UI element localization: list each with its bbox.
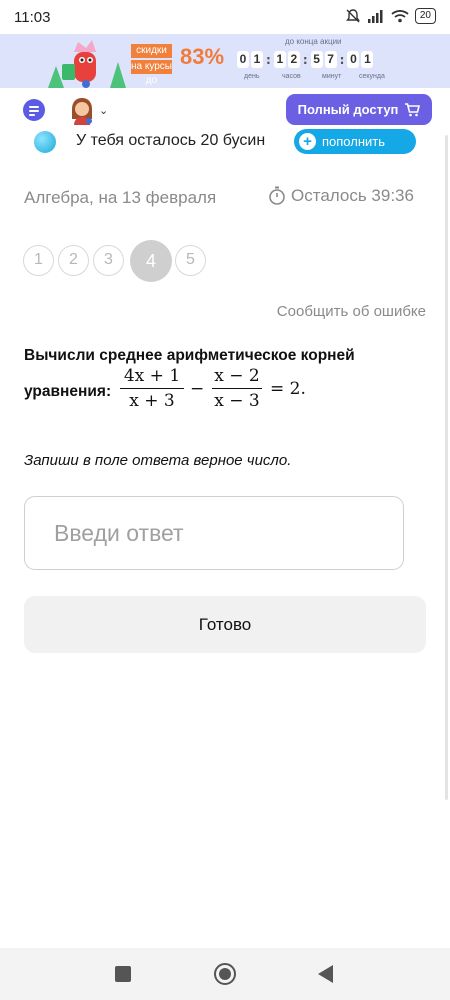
home-icon[interactable]	[214, 963, 236, 985]
fraction-2-numerator: x − 2	[214, 366, 260, 386]
countdown-unit: день	[244, 73, 260, 80]
question-number-1[interactable]: 1	[23, 245, 54, 276]
recents-icon[interactable]	[115, 966, 131, 982]
question-number-3[interactable]: 3	[93, 245, 124, 276]
chevron-down-icon[interactable]: ⌄	[99, 104, 108, 117]
plus-icon: +	[299, 133, 316, 150]
chat-icon[interactable]	[23, 99, 45, 121]
countdown-colon: :	[339, 52, 345, 67]
lesson-subject: Алгебра, на 13 февраля	[24, 188, 217, 207]
status-bar: 11:03 20	[0, 0, 450, 34]
equation-rhs: = 2.	[270, 379, 306, 399]
fraction-1-denominator: x + 3	[129, 391, 175, 411]
answer-input[interactable]	[24, 496, 404, 570]
promo-banner[interactable]: скидки на курсы до 83% до конца акции 0 …	[0, 34, 450, 88]
signal-icon	[367, 10, 383, 23]
countdown-colon: :	[302, 52, 308, 67]
done-button[interactable]: Готово	[24, 596, 426, 653]
question-number-2[interactable]: 2	[58, 245, 89, 276]
minus-sign: −	[190, 379, 205, 399]
countdown-colon: :	[266, 52, 271, 67]
task-text-line1: Вычисли среднее арифметическое корней	[24, 347, 355, 364]
countdown-unit: секунда	[359, 73, 385, 80]
countdown-title: до конца акции	[285, 37, 342, 46]
promo-tag-line1: скидки	[131, 44, 172, 58]
scrollbar[interactable]	[445, 135, 448, 800]
stopwatch-icon	[269, 186, 285, 205]
cart-icon	[405, 102, 421, 116]
topup-button[interactable]: + пополнить	[294, 129, 416, 154]
full-access-button[interactable]: Полный доступ	[286, 94, 432, 125]
full-access-label: Полный доступ	[297, 102, 399, 117]
countdown-digit: 1	[361, 51, 374, 68]
beads-balance-text: У тебя осталось 20 бусин	[76, 132, 266, 149]
report-error-link[interactable]: Сообщить об ошибке	[277, 303, 426, 320]
wifi-icon	[391, 10, 409, 23]
countdown-digit: 2	[287, 51, 300, 68]
countdown-digit: 7	[324, 51, 337, 68]
fraction-1-numerator: 4x + 1	[123, 366, 181, 386]
fraction-2-denominator: x − 3	[214, 391, 260, 411]
countdown-digit: 1	[251, 51, 263, 68]
topup-label: пополнить	[322, 134, 386, 149]
status-icons: 20	[345, 8, 436, 24]
timer: Осталось 39:36	[268, 186, 414, 206]
task-text-line2: уравнения:	[24, 383, 112, 400]
fraction-1: 4x + 1 x + 3	[120, 366, 184, 411]
countdown-digit: 5	[310, 51, 323, 68]
bead-icon	[34, 131, 56, 153]
countdown-digit: 0	[237, 51, 249, 68]
back-icon[interactable]	[318, 965, 333, 983]
timer-text: Осталось 39:36	[291, 186, 414, 205]
question-number-5[interactable]: 5	[175, 245, 206, 276]
countdown-digits: 0 1 : 1 2 : 5 7 : 0 1	[237, 51, 375, 68]
question-number-4-active[interactable]: 4	[130, 240, 172, 282]
countdown-digit: 1	[273, 51, 286, 68]
promo-mascot-icon	[48, 40, 126, 88]
answer-hint: Запиши в поле ответа верное число.	[24, 452, 292, 469]
avatar[interactable]	[67, 95, 97, 125]
mute-bell-icon	[345, 9, 360, 23]
countdown-unit: минут	[322, 73, 342, 80]
battery-indicator: 20	[414, 8, 436, 24]
promo-percent: 83%	[180, 44, 225, 69]
promo-tag-line2: на курсы до	[131, 60, 172, 86]
countdown-unit: часов	[282, 73, 301, 80]
status-time: 11:03	[14, 9, 51, 26]
fraction-2: x − 2 x − 3	[212, 366, 262, 411]
countdown-digit: 0	[347, 51, 360, 68]
